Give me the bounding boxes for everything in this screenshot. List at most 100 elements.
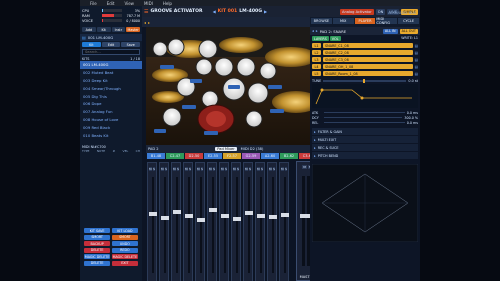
menu-midi[interactable]: MIDI — [144, 1, 153, 6]
prev-kit-icon[interactable]: ◀ — [213, 9, 216, 14]
backup-button[interactable]: BACKUP — [84, 241, 111, 246]
floor-tom[interactable] — [247, 82, 269, 104]
mute-button[interactable]: M — [232, 167, 237, 171]
layer-edit-icon[interactable]: ▤ — [415, 65, 418, 69]
delete-button[interactable]: DELETE — [84, 247, 111, 253]
nav-right-icon[interactable]: ▸ — [316, 29, 318, 33]
solo-button[interactable]: S — [284, 167, 288, 171]
mute-button[interactable]: M — [160, 167, 165, 171]
solo-button[interactable]: S — [236, 167, 240, 171]
fader-cap[interactable] — [245, 211, 253, 216]
layer-sample-name[interactable]: SNARE_C2_08 — [323, 50, 413, 55]
tab-instr[interactable]: Instr — [111, 27, 126, 32]
tab-mix[interactable]: MIX — [332, 18, 354, 24]
section-header[interactable]: ▸ FILTER & GAIN — [312, 128, 418, 135]
kit-list-item[interactable]: 007 Analog Fun — [80, 108, 142, 116]
tab-player[interactable]: PLAYER — [354, 18, 376, 24]
tab-kit[interactable]: Kit — [96, 27, 111, 32]
pad-tab-3[interactable]: D2-50 — [185, 153, 203, 159]
mute-button[interactable]: M — [220, 167, 225, 171]
layer-row[interactable]: L1 SNARE_C1_08 ▤ — [312, 42, 418, 49]
fader-cap[interactable] — [173, 210, 181, 215]
layer-sample-name[interactable]: SNARE_C3_08 — [323, 57, 413, 62]
solo-button[interactable]: S — [260, 167, 264, 171]
kit-list-item[interactable]: 006 Dope — [80, 100, 142, 108]
layer-sample-name[interactable]: SNARE_C1_08 — [323, 43, 413, 48]
crash-cymbal-2[interactable] — [219, 37, 263, 53]
kit-list-item[interactable]: 010 Beats Kit — [80, 131, 142, 139]
solo-button[interactable]: S — [188, 167, 192, 171]
pad-mixer-button[interactable]: Pad Mixer — [215, 147, 237, 151]
tom-drum-3[interactable] — [198, 39, 218, 59]
fader-cap[interactable] — [149, 211, 157, 216]
menu-help[interactable]: Help — [163, 1, 172, 6]
tom-drum-2[interactable] — [167, 38, 185, 56]
arrow-right-icon[interactable]: ▸ — [148, 20, 150, 25]
menu-file[interactable]: File — [90, 1, 97, 6]
adsr-slider[interactable] — [324, 111, 405, 114]
undo-button[interactable]: UNDO — [111, 241, 138, 246]
kit-list-item[interactable]: 001 LM-400G — [80, 61, 142, 69]
kit-load-button[interactable]: KIT LOAD — [111, 228, 138, 233]
solo-button[interactable]: S — [200, 167, 204, 171]
tab-browse[interactable]: BROWSE — [311, 18, 332, 24]
mute-button[interactable]: M — [148, 167, 153, 171]
menu-view[interactable]: View — [124, 1, 134, 6]
solo-button[interactable]: S — [272, 167, 276, 171]
section-header[interactable]: ▸ PITCH BEND — [312, 152, 418, 159]
mute-button[interactable]: M — [196, 167, 201, 171]
tab-cycle[interactable]: CYCLE — [398, 18, 419, 24]
floor-tom-4[interactable] — [245, 110, 263, 128]
fader-cap[interactable] — [233, 216, 241, 221]
tom-drum-5[interactable] — [214, 57, 234, 77]
next-kit-icon[interactable]: ▶ — [264, 9, 267, 14]
magic-delete-red-button[interactable]: MAGIC DELETE — [111, 254, 138, 259]
envelope-node-attack[interactable] — [320, 88, 324, 92]
mute-button[interactable]: M — [184, 167, 189, 171]
layer-row[interactable]: L3 SNARE_C3_08 ▤ — [312, 56, 418, 63]
menu-icon[interactable]: ☰ — [144, 9, 148, 15]
solo-button[interactable]: S — [212, 167, 216, 171]
pad-tab-7[interactable]: A2-60 — [261, 153, 279, 159]
smort-red-button[interactable]: SMORT — [111, 234, 138, 240]
tab-bus[interactable]: BUS — [409, 11, 416, 15]
fader-cap[interactable] — [197, 218, 205, 223]
pad-tab-6[interactable]: G2-59 — [242, 153, 260, 159]
fader-cap[interactable] — [209, 208, 217, 213]
mute-button[interactable]: M — [208, 167, 213, 171]
tab-master[interactable]: Master — [126, 27, 140, 32]
mute-button[interactable]: M — [268, 167, 273, 171]
magic-delete-button[interactable]: MAGIC DELETE — [84, 254, 111, 259]
mute-button[interactable]: M — [172, 167, 177, 171]
expand-icon[interactable]: ▸ — [314, 154, 316, 158]
menu-edit[interactable]: Edit — [107, 1, 115, 6]
pad-tab-5[interactable]: F2-57 — [223, 153, 241, 159]
adsr-slider[interactable] — [324, 116, 403, 119]
kit-list-item[interactable]: 005 Dig This — [80, 92, 142, 100]
fader-cap[interactable] — [281, 212, 289, 217]
fader-cap[interactable] — [161, 215, 169, 220]
tune-thumb[interactable] — [363, 78, 366, 83]
fader-cap[interactable] — [269, 214, 277, 219]
tab-advanced[interactable]: ADVANCED — [388, 11, 407, 15]
fader-cap[interactable] — [221, 213, 229, 218]
pad-tab-8[interactable]: B2-62 — [280, 153, 298, 159]
mute-button[interactable]: M — [244, 167, 249, 171]
layer-row[interactable]: L5 SNARE_Room_1_08 ▤ — [312, 70, 418, 77]
tom-drum-7[interactable] — [259, 62, 277, 80]
section-header[interactable]: ▸ MULTI EXIT — [312, 136, 418, 143]
envelope-graph[interactable] — [312, 84, 418, 108]
solo-button[interactable]: S — [248, 167, 252, 171]
search-box[interactable] — [82, 49, 140, 55]
solo-button[interactable]: S — [224, 167, 228, 171]
all-in-button[interactable]: ALL IN — [382, 28, 398, 34]
tom-drum-6[interactable] — [236, 57, 256, 77]
pad-tab-1[interactable]: B1-48 — [147, 153, 165, 159]
layer-edit-icon[interactable]: ▤ — [415, 58, 418, 62]
expand-icon[interactable]: ▸ — [314, 138, 316, 142]
kit-save-button[interactable]: KIT SAVE — [84, 228, 111, 233]
layer-row[interactable]: L2 SNARE_C2_08 ▤ — [312, 49, 418, 56]
drum-kit-image[interactable] — [146, 27, 318, 145]
xy-pad[interactable] — [311, 163, 419, 243]
mute-button[interactable]: M — [256, 167, 261, 171]
